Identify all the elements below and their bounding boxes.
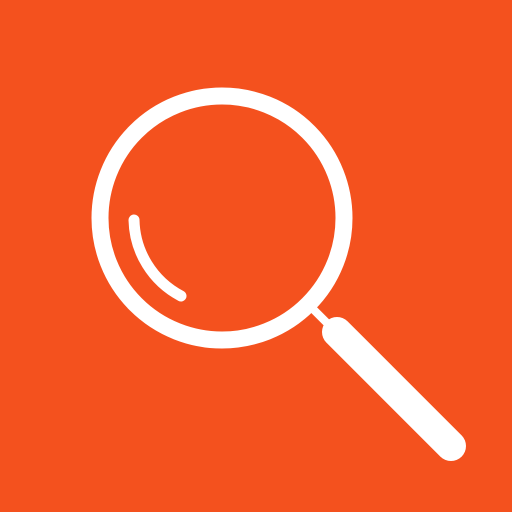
app-icon-tile bbox=[0, 0, 512, 512]
magnifying-glass-icon bbox=[0, 0, 512, 512]
